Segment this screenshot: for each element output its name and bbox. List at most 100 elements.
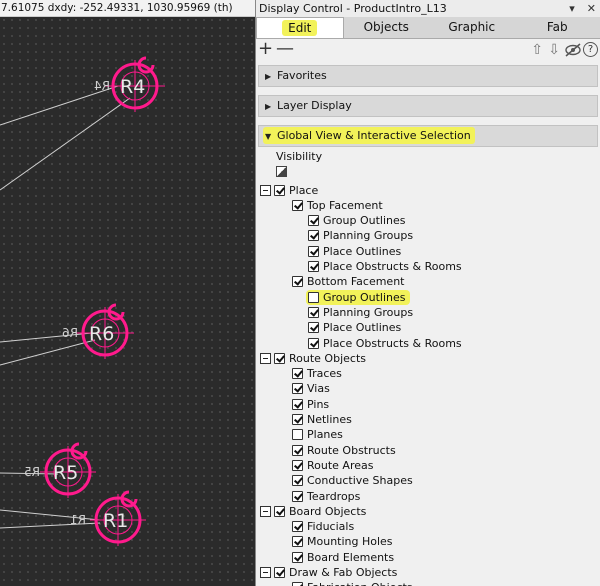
collapse-icon[interactable] (260, 567, 271, 578)
tree-item[interactable]: Group Outlines (308, 214, 406, 228)
visibility-checkbox[interactable] (292, 551, 303, 563)
tree-item-label: Draw & Fab Objects (289, 566, 398, 579)
tree-item[interactable]: Place Outlines (308, 321, 401, 335)
visibility-checkbox[interactable] (292, 521, 303, 533)
tab-edit[interactable]: Edit (256, 17, 344, 38)
visibility-checkbox[interactable] (308, 261, 319, 272)
visibility-checkbox[interactable] (274, 567, 285, 578)
tree-item[interactable]: Top Facement (292, 198, 383, 212)
visibility-checkbox[interactable] (308, 337, 319, 349)
component-r5[interactable]: R5 R5 (24, 442, 96, 498)
tree-item[interactable]: Board Elements (292, 550, 394, 564)
visibility-checkbox[interactable] (292, 276, 303, 288)
dropdown-icon[interactable]: ▾ (569, 0, 575, 17)
visibility-checkbox[interactable] (292, 199, 303, 211)
visibility-checkbox[interactable] (308, 322, 319, 334)
tree-item[interactable]: Place (260, 183, 318, 197)
tree-item-label: Fiducials (307, 520, 355, 534)
visibility-checkbox[interactable] (292, 459, 303, 471)
panel-title: Display Control - ProductIntro_L13 (259, 2, 447, 15)
visibility-checkbox[interactable] (308, 306, 319, 318)
net-line (0, 339, 96, 366)
tree-item-label: Place Outlines (323, 321, 402, 335)
move-down-icon[interactable]: ⇩ (548, 43, 560, 57)
tree-item[interactable]: Planes (292, 428, 343, 442)
visibility-checkbox[interactable] (274, 352, 285, 364)
collapse-icon[interactable] (260, 505, 271, 517)
tree-item[interactable]: Planning Groups (308, 305, 413, 319)
layout-canvas[interactable]: R4 R4 R6 R6 R5 R5 R1 R1 7.61075 dxdy: -2… (0, 0, 255, 586)
tree-item[interactable]: Route Objects (260, 351, 366, 365)
section-layer-display[interactable]: ▶ Layer Display (258, 95, 598, 117)
tree-item[interactable]: Group Outlines (306, 289, 410, 305)
tree-item[interactable]: Place Outlines (308, 244, 401, 258)
tree-item[interactable]: Pins (292, 397, 329, 411)
tree-item[interactable]: Teardrops (292, 489, 360, 503)
tree-item[interactable]: Planning Groups (308, 229, 413, 243)
tree-item-label: Group Outlines (323, 214, 406, 228)
visibility-checkbox[interactable] (292, 414, 303, 425)
tree-item-label: Route Objects (289, 351, 366, 365)
tree-item-label: Bottom Facement (307, 275, 405, 289)
add-icon[interactable]: + (258, 40, 273, 58)
collapse-icon[interactable] (260, 184, 271, 196)
tree-item-label: Mounting Holes (307, 535, 393, 549)
tree-item[interactable]: Place Obstructs & Rooms (308, 336, 462, 350)
collapse-icon[interactable] (260, 352, 271, 364)
tree-item-label: Planning Groups (323, 305, 414, 319)
component-mirror-label: R1 (70, 513, 86, 527)
tree-item[interactable]: Place Obstructs & Rooms (308, 260, 462, 274)
visibility-checkbox[interactable] (292, 398, 303, 410)
visibility-checkbox[interactable] (274, 184, 285, 196)
visibility-checkbox[interactable] (308, 215, 319, 227)
tree-item[interactable]: Vias (292, 382, 330, 396)
tree-item[interactable]: Bottom Facement (292, 275, 405, 289)
visibility-toggle-icon[interactable] (276, 166, 287, 177)
section-label: Global View & Interactive Selection (277, 129, 471, 142)
close-icon[interactable]: ✕ (587, 0, 596, 17)
section-label: Layer Display (277, 99, 352, 112)
hide-icon[interactable] (564, 43, 582, 60)
tab-fab[interactable]: Fab (515, 17, 600, 38)
visibility-checkbox[interactable] (292, 444, 303, 456)
visibility-checkbox[interactable] (292, 368, 303, 380)
component-r4[interactable]: R4 R4 (94, 56, 165, 112)
tree-item-label: Place Obstructs & Rooms (323, 336, 462, 350)
tab-graphic[interactable]: Graphic (429, 17, 515, 38)
move-up-icon[interactable]: ⇧ (531, 43, 543, 57)
visibility-label: Visibility (276, 150, 323, 163)
visibility-checkbox[interactable] (292, 475, 303, 487)
component-label: R5 (53, 462, 78, 484)
tree-item[interactable]: Route Obstructs (292, 443, 396, 457)
visibility-checkbox[interactable] (292, 536, 303, 548)
help-icon[interactable]: ? (583, 42, 598, 57)
visibility-checkbox[interactable] (308, 245, 319, 257)
tree-item[interactable]: Board Objects (260, 504, 366, 518)
tree-item[interactable]: Fiducials (292, 520, 354, 534)
tree-item[interactable]: Conductive Shapes (292, 474, 413, 488)
section-global-view[interactable]: ▼ Global View & Interactive Selection (258, 125, 598, 147)
tree-item[interactable]: Netlines (292, 413, 352, 427)
tree-item-label: Traces (307, 367, 342, 381)
tree-item[interactable]: Route Areas (292, 458, 373, 472)
remove-icon[interactable]: — (276, 40, 294, 58)
visibility-checkbox[interactable] (292, 383, 303, 395)
visibility-checkbox[interactable] (308, 291, 319, 303)
visibility-checkbox[interactable] (292, 429, 303, 441)
section-favorites[interactable]: ▶ Favorites (258, 65, 598, 87)
component-r1[interactable]: R1 R1 (70, 490, 146, 546)
visibility-checkbox[interactable] (292, 582, 303, 586)
tree-item[interactable]: Fabrication Objects (292, 581, 413, 586)
visibility-checkbox[interactable] (292, 490, 303, 502)
tab-objects[interactable]: Objects (344, 17, 430, 38)
component-r6[interactable]: R6 R6 (62, 303, 134, 359)
component-label: R1 (103, 510, 128, 532)
component-label: R6 (89, 323, 114, 345)
tree-item[interactable]: Traces (292, 367, 342, 381)
visibility-checkbox[interactable] (308, 230, 319, 242)
tree-item[interactable]: Draw & Fab Objects (260, 566, 397, 580)
panel-titlebar[interactable]: Display Control - ProductIntro_L13 ▾ ✕ (256, 0, 600, 17)
tree-item[interactable]: Mounting Holes (292, 535, 393, 549)
tree-item-label: Place (289, 183, 319, 197)
visibility-checkbox[interactable] (274, 505, 285, 517)
